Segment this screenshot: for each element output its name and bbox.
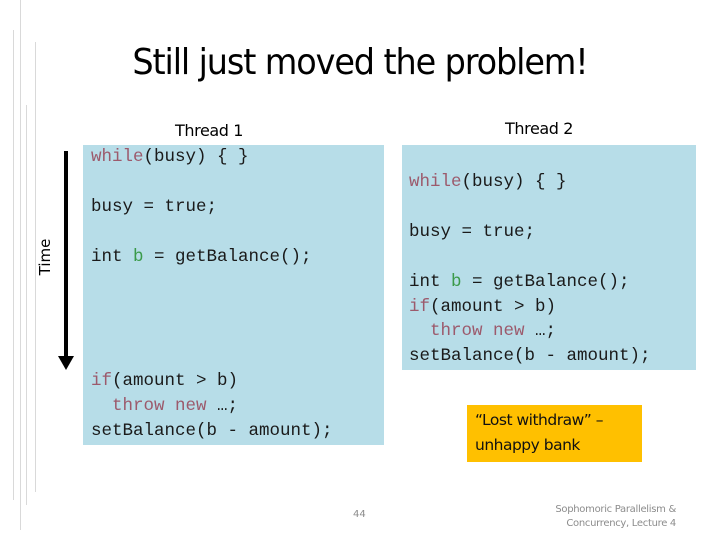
footer-line2: Concurrency, Lecture 4 bbox=[566, 518, 676, 529]
keyword: if bbox=[91, 371, 113, 391]
thread1-line-while: while(busy) { } bbox=[91, 145, 249, 170]
code-text: int bbox=[409, 272, 452, 292]
decorative-line bbox=[20, 0, 21, 530]
code-text: = getBalance(); bbox=[461, 272, 630, 292]
thread1-label: Thread 1 bbox=[175, 121, 244, 140]
thread2-line-busy: busy = true; bbox=[409, 222, 536, 242]
code-text: int bbox=[91, 247, 134, 267]
decorative-line bbox=[26, 105, 27, 505]
keyword: while bbox=[409, 172, 462, 192]
code-text: (amount > b) bbox=[112, 371, 239, 391]
keyword: throw new bbox=[112, 396, 207, 416]
lost-withdraw-callout: “Lost withdraw” – unhappy bank bbox=[467, 405, 642, 462]
footer-course-title: Sophomoric Parallelism & Concurrency, Le… bbox=[555, 503, 676, 531]
thread2-line-getbalance: int b = getBalance(); bbox=[409, 270, 630, 295]
thread2-line-setbalance: setBalance(b - amount); bbox=[409, 346, 651, 366]
thread2-line-while: while(busy) { } bbox=[409, 170, 567, 195]
keyword: if bbox=[409, 297, 431, 317]
thread2-line-throw: throw new …; bbox=[409, 319, 556, 344]
callout-text: “Lost withdraw” – unhappy bank bbox=[475, 408, 603, 458]
time-axis-label: Time bbox=[36, 238, 54, 276]
thread2-label: Thread 2 bbox=[505, 119, 574, 138]
callout-line2: unhappy bank bbox=[475, 436, 580, 454]
thread1-line-busy: busy = true; bbox=[91, 197, 218, 217]
decorative-line bbox=[13, 30, 14, 500]
slide-title: Still just moved the problem! bbox=[132, 42, 588, 83]
footer-line1: Sophomoric Parallelism & bbox=[555, 504, 676, 515]
code-text: …; bbox=[524, 321, 557, 341]
time-arrow-icon bbox=[64, 151, 68, 358]
variable: b bbox=[451, 272, 462, 292]
code-text: (busy) { } bbox=[143, 147, 249, 167]
thread2-line-if: if(amount > b) bbox=[409, 295, 556, 320]
code-text: (busy) { } bbox=[461, 172, 567, 192]
code-text: (amount > b) bbox=[430, 297, 557, 317]
variable: b bbox=[133, 247, 144, 267]
thread1-line-throw: throw new …; bbox=[91, 394, 238, 419]
arrow-head-icon bbox=[58, 356, 74, 370]
page-number: 44 bbox=[353, 509, 366, 520]
keyword: while bbox=[91, 147, 144, 167]
code-text: = getBalance(); bbox=[143, 247, 312, 267]
callout-line1: “Lost withdraw” – bbox=[475, 411, 603, 429]
thread1-line-setbalance: setBalance(b - amount); bbox=[91, 421, 333, 441]
thread1-line-getbalance: int b = getBalance(); bbox=[91, 245, 312, 270]
keyword: throw new bbox=[430, 321, 525, 341]
thread1-line-if: if(amount > b) bbox=[91, 369, 238, 394]
code-text: …; bbox=[206, 396, 239, 416]
